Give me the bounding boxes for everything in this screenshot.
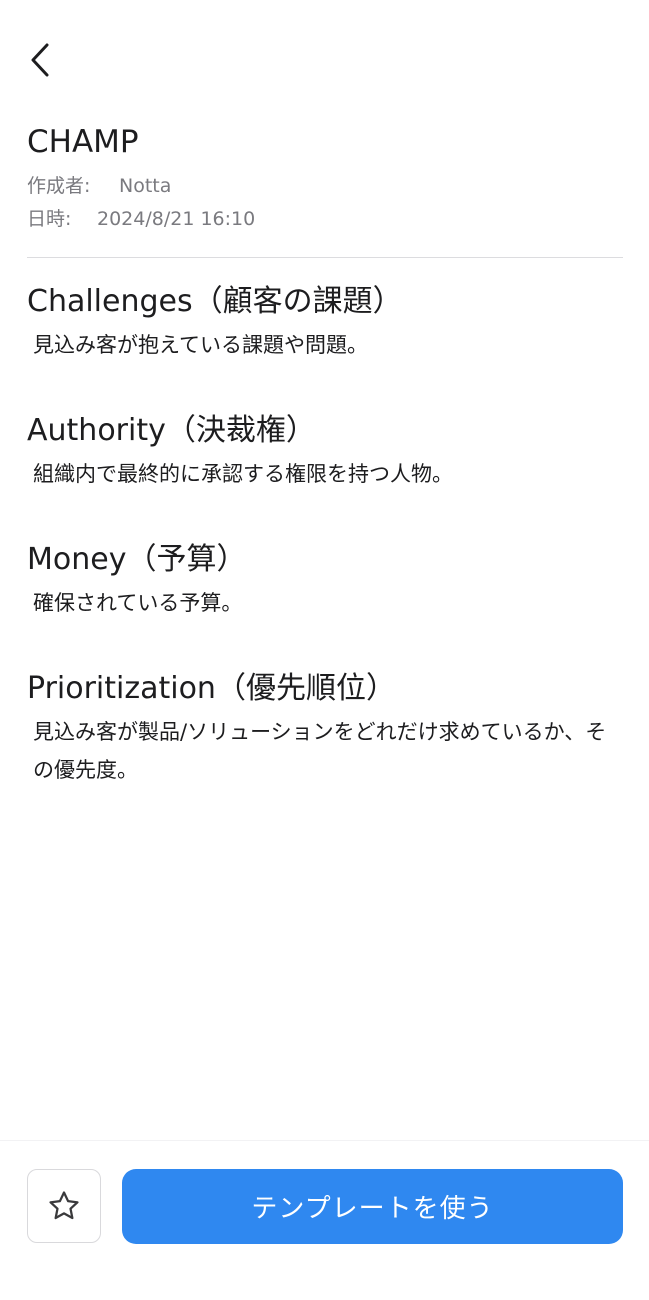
back-button[interactable] — [18, 36, 62, 84]
author-label: 作成者: — [27, 175, 91, 197]
section-description: 見込み客が製品/ソリューションをどれだけ求めているか、その優先度。 — [33, 720, 607, 782]
section-description: 組織内で最終的に承認する権限を持つ人物。 — [33, 462, 453, 486]
use-template-button[interactable]: テンプレートを使う — [122, 1169, 623, 1244]
author-row: 作成者: Notta — [27, 174, 623, 198]
date-label: 日時: — [27, 208, 72, 230]
divider — [27, 257, 623, 258]
section-description: 見込み客が抱えている課題や問題。 — [33, 333, 368, 357]
section-title: Money（予算） — [27, 542, 247, 577]
section-title: Prioritization（優先順位） — [27, 671, 396, 706]
star-outline-icon — [49, 1191, 79, 1220]
section-challenges: Challenges（顧客の課題） 見込み客が抱えている課題や問題。 — [27, 280, 627, 364]
date-value: 2024/8/21 16:10 — [97, 208, 256, 230]
section-authority: Authority（決裁権） 組織内で最終的に承認する権限を持つ人物。 — [27, 409, 627, 493]
template-header: CHAMP 作成者: Notta 日時: 2024/8/21 16:10 — [27, 122, 623, 231]
section-prioritization: Prioritization（優先順位） 見込み客が製品/ソリューションをどれだ… — [27, 667, 627, 789]
section-description: 確保されている予算。 — [33, 591, 243, 615]
chevron-left-icon — [31, 43, 49, 77]
bottom-action-bar: テンプレートを使う — [0, 1140, 649, 1300]
author-value: Notta — [119, 175, 172, 197]
date-row: 日時: 2024/8/21 16:10 — [27, 207, 623, 231]
favorite-button[interactable] — [27, 1169, 101, 1243]
template-sections: Challenges（顧客の課題） 見込み客が抱えている課題や問題。 Autho… — [27, 280, 627, 834]
page-title: CHAMP — [27, 124, 139, 160]
section-money: Money（予算） 確保されている予算。 — [27, 538, 627, 622]
section-title: Challenges（顧客の課題） — [27, 284, 403, 319]
section-title: Authority（決裁権） — [27, 413, 316, 448]
